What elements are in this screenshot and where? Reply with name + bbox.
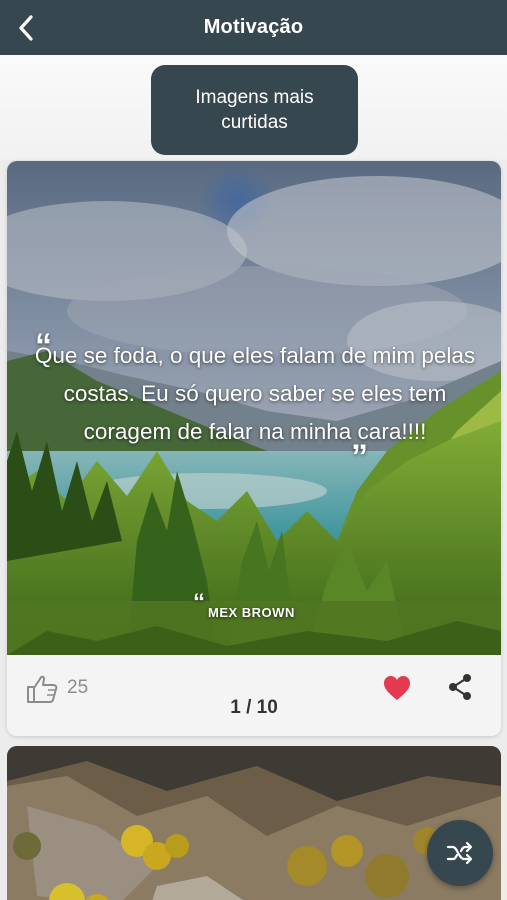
share-icon[interactable] — [447, 673, 473, 701]
navbar: Motivação — [0, 0, 507, 55]
page-indicator: 1 / 10 — [230, 697, 278, 718]
quote-author: MEX BROWN — [208, 605, 295, 620]
card-footer: 25 1 / 10 — [7, 655, 501, 736]
back-button[interactable] — [6, 8, 46, 48]
shuffle-button[interactable] — [427, 820, 493, 886]
heart-icon[interactable] — [383, 675, 411, 701]
most-liked-images-button[interactable]: Imagens mais curtidas — [151, 65, 358, 155]
author-quote-mark: “ — [193, 589, 205, 616]
chevron-left-icon — [19, 15, 33, 41]
like-count: 25 — [67, 677, 89, 698]
quote-card: “ Que se foda, o que eles falam de mim p… — [7, 161, 501, 736]
page-title: Motivação — [203, 16, 304, 38]
quote-text: Que se foda, o que eles falam de mim pel… — [34, 343, 476, 444]
close-quote-mark: ” — [351, 438, 368, 476]
next-quote-image[interactable] — [7, 746, 501, 900]
shuffle-icon — [446, 841, 473, 865]
